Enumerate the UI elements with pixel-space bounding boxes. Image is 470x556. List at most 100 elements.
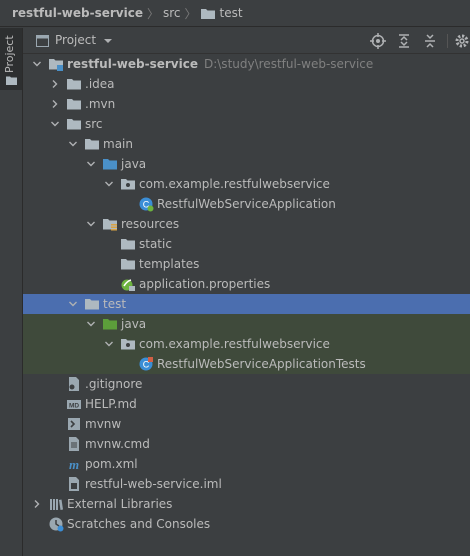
tree-item-label: External Libraries — [67, 496, 172, 512]
folder-icon — [121, 259, 135, 270]
tree-row[interactable]: java — [23, 154, 470, 174]
chevron-down-icon[interactable] — [86, 219, 96, 229]
breadcrumb-test[interactable]: test — [220, 6, 243, 20]
tree-row[interactable]: C RestfulWebServiceApplicationTests — [23, 354, 470, 374]
chevron-down-icon[interactable] — [104, 339, 114, 349]
tree-row[interactable]: .mvn — [23, 94, 470, 114]
chevron-right-icon[interactable] — [32, 499, 42, 509]
chevron-down-icon[interactable] — [86, 159, 96, 169]
shell-file-icon — [68, 418, 80, 430]
tree-row[interactable]: External Libraries — [23, 494, 470, 514]
chevron-down-icon[interactable] — [68, 139, 78, 149]
tree-item-name: External Libraries — [67, 497, 173, 511]
tree-row[interactable]: restful-web-service D:\study\restful-web-… — [23, 54, 470, 74]
project-tool-tab[interactable]: Project — [0, 28, 22, 90]
tree-item-label: main — [103, 136, 133, 152]
folder-icon — [6, 76, 17, 85]
toolbar-divider — [447, 34, 448, 48]
scratches-icon — [49, 517, 64, 532]
package-icon — [121, 179, 135, 190]
chevron-right-icon[interactable] — [50, 79, 60, 89]
folder-icon — [67, 119, 81, 130]
folder-icon — [121, 239, 135, 250]
breadcrumb-project[interactable]: restful-web-service — [12, 6, 143, 20]
tree-row[interactable]: restful-web-service.iml — [23, 474, 470, 494]
breadcrumb-separator: 〉 — [146, 6, 159, 21]
tree-row[interactable]: mvnw — [23, 414, 470, 434]
folder-icon — [85, 299, 99, 310]
svg-text:m: m — [69, 457, 79, 472]
tree-row[interactable]: src — [23, 114, 470, 134]
tree-item-label: .mvn — [85, 96, 115, 112]
test-folder-icon — [103, 319, 117, 330]
tree-item-name: mvnw.cmd — [85, 437, 150, 451]
tree-row[interactable]: MD HELP.md — [23, 394, 470, 414]
tree-row[interactable]: com.example.restfulwebservice — [23, 334, 470, 354]
tree-item-label: src — [85, 116, 103, 132]
tree-item-name: mvnw — [85, 417, 122, 431]
folder-icon — [67, 79, 81, 90]
tree-item-name: src — [85, 117, 103, 131]
tree-item-name: .idea — [85, 77, 115, 91]
tree-row[interactable]: test — [23, 294, 470, 314]
settings-icon[interactable] — [454, 33, 470, 49]
locate-icon[interactable] — [370, 33, 386, 49]
tree-item-name: com.example.restfulwebservice — [139, 177, 330, 191]
panel-header: Project — [23, 28, 470, 54]
breadcrumb-separator: 〉 — [184, 6, 197, 21]
tree-row[interactable]: .gitignore — [23, 374, 470, 394]
markdown-file-icon: MD — [67, 400, 81, 410]
tree-item-label: RestfulWebServiceApplication — [157, 196, 336, 212]
tree-item-name: com.example.restfulwebservice — [139, 337, 330, 351]
tree-row[interactable]: resources — [23, 214, 470, 234]
expand-all-icon[interactable] — [396, 33, 412, 49]
chevron-down-icon[interactable] — [86, 319, 96, 329]
tree-row[interactable]: .idea — [23, 74, 470, 94]
tree-item-label: restful-web-service D:\study\restful-web-… — [67, 56, 373, 72]
source-folder-icon — [103, 159, 117, 170]
package-icon — [121, 339, 135, 350]
tree-item-label: Scratches and Consoles — [67, 516, 210, 532]
tree-row[interactable]: m pom.xml — [23, 454, 470, 474]
chevron-down-icon[interactable] — [68, 299, 78, 309]
chevron-down-icon[interactable] — [103, 36, 113, 46]
tree-row[interactable]: mvnw.cmd — [23, 434, 470, 454]
module-folder-icon — [49, 59, 63, 71]
project-view-icon — [36, 35, 49, 47]
tree-row[interactable]: templates — [23, 254, 470, 274]
tree-item-label: test — [103, 296, 126, 312]
chevron-down-icon[interactable] — [104, 179, 114, 189]
tree-row[interactable]: static — [23, 234, 470, 254]
tree-item-label: resources — [121, 216, 179, 232]
tree-item-name: resources — [121, 217, 180, 231]
module-path: D:\study\restful-web-service — [203, 57, 374, 71]
tree-row[interactable]: C RestfulWebServiceApplication — [23, 194, 470, 214]
gitignore-file-icon — [69, 377, 79, 391]
navigation-bar: restful-web-service 〉 src 〉 test — [0, 0, 470, 27]
chevron-right-icon[interactable] — [50, 99, 60, 109]
tree-item-name: RestfulWebServiceApplicationTests — [157, 357, 366, 371]
chevron-down-icon[interactable] — [50, 119, 60, 129]
chevron-down-icon[interactable] — [32, 59, 42, 69]
tree-item-label: .gitignore — [85, 376, 142, 392]
test-class-icon: C — [139, 357, 153, 371]
tree-item-name: RestfulWebServiceApplication — [157, 197, 336, 211]
collapse-all-icon[interactable] — [422, 33, 438, 49]
spring-properties-icon — [121, 279, 135, 291]
tree-row[interactable]: java — [23, 314, 470, 334]
breadcrumb-src[interactable]: src — [163, 6, 181, 20]
tree-item-name: application.properties — [139, 277, 271, 291]
tree-row[interactable]: Scratches and Consoles — [23, 514, 470, 534]
tree-item-name: java — [121, 157, 147, 171]
tree-item-name: .mvn — [85, 97, 116, 111]
tool-window-strip: Project — [0, 28, 23, 556]
tree-row[interactable]: application.properties — [23, 274, 470, 294]
spring-class-icon: C — [139, 197, 154, 212]
tree-item-name: test — [103, 297, 127, 311]
tree-row[interactable]: main — [23, 134, 470, 154]
tree-item-label: RestfulWebServiceApplicationTests — [157, 356, 366, 372]
tree-row[interactable]: com.example.restfulwebservice — [23, 174, 470, 194]
tree-item-label: templates — [139, 256, 199, 272]
tree-item-label: HELP.md — [85, 396, 137, 412]
maven-file-icon: m — [69, 457, 79, 472]
